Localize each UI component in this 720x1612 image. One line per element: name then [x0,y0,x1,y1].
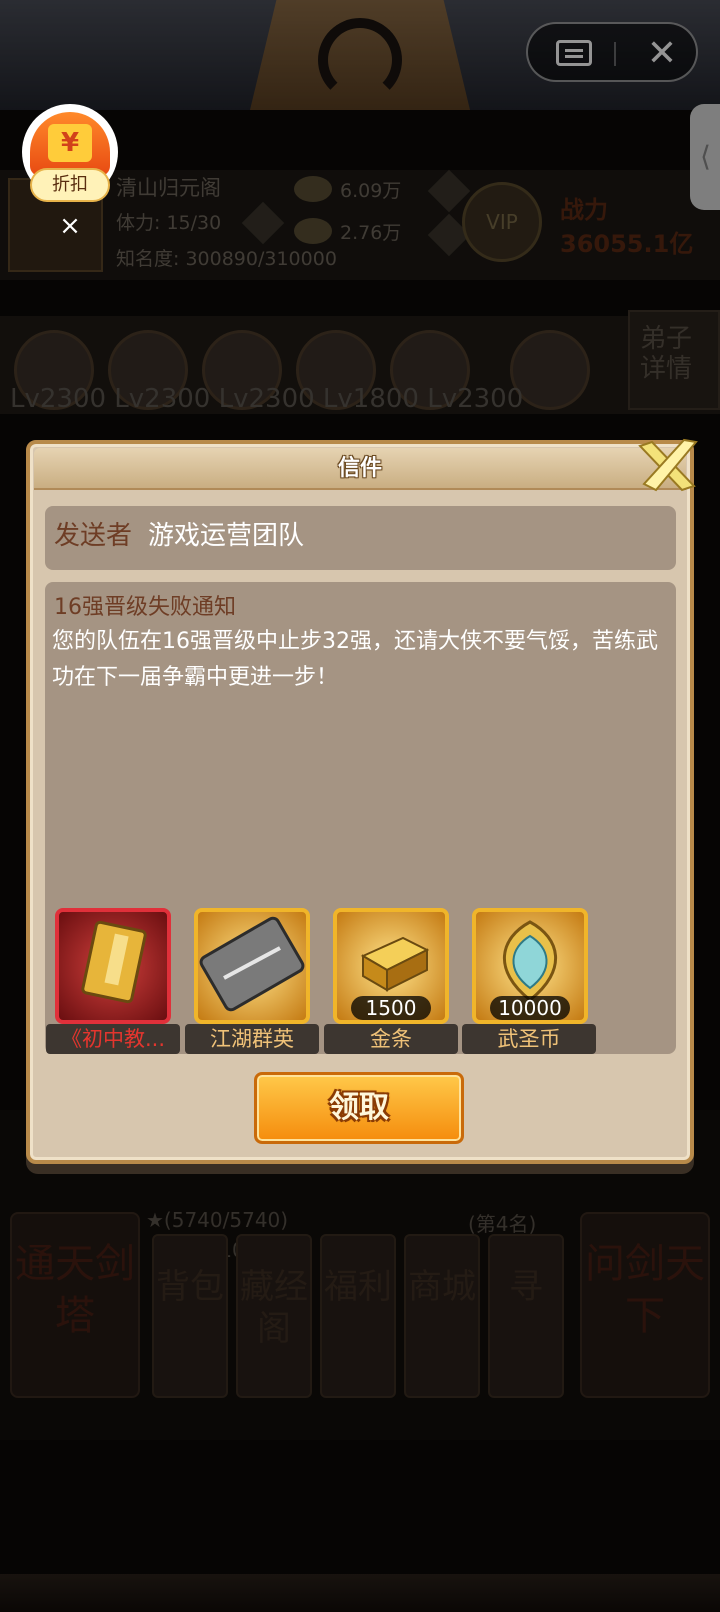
sender-name: 游戏运营团队 [148,521,305,551]
reward-count: 1500 [351,996,431,1020]
reward-item[interactable] [55,908,171,1024]
red-envelope-icon: ¥ [48,124,92,162]
reward-name: 武圣币 [462,1024,596,1054]
dialog-title: 信件 [337,456,382,481]
discount-close-icon[interactable]: × [56,212,84,240]
book-icon [81,920,147,1004]
reward-name: 江湖群英 [185,1024,319,1054]
reward-count: 10000 [490,996,570,1020]
claim-button-label: 领取 [329,1090,389,1125]
reward-item[interactable]: 1500 [333,908,449,1024]
scroll-icon [199,916,305,1012]
reward-item[interactable]: 10000 [472,908,588,1024]
reward-name: 《初中教... [46,1024,180,1054]
reward-item[interactable] [194,908,310,1024]
discount-badge[interactable]: ¥ 折扣 [22,104,118,202]
discount-label: 折扣 [30,168,110,202]
mail-body: 您的队伍在16强晋级中止步32强，还请大侠不要气馁，苦练武功在下一届争霸中更进一… [52,629,658,690]
sender-label: 发送者 [54,521,133,551]
sender-panel [45,506,676,570]
claim-button[interactable]: 领取 [254,1072,464,1144]
reward-name: 金条 [324,1024,458,1054]
mail-subject: 16强晋级失败通知 [54,595,236,620]
dialog-header: 信件 [34,448,686,490]
dialog-close-icon[interactable] [636,438,700,494]
